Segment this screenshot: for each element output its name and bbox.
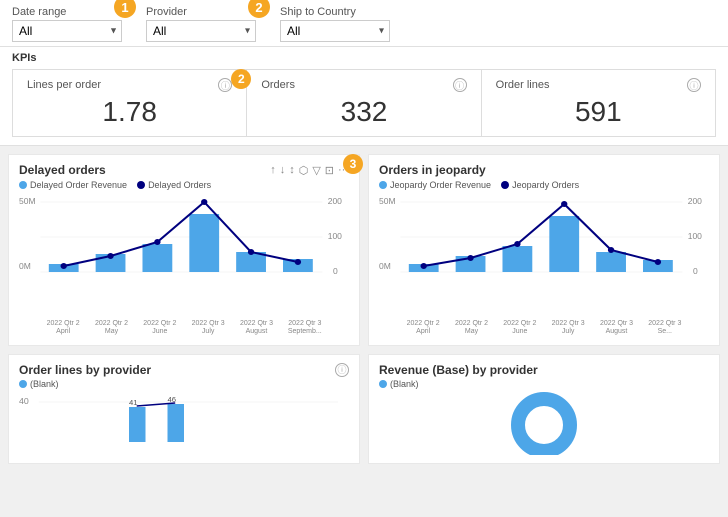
kpi-section-label: KPIs (12, 52, 716, 64)
sort-asc-icon[interactable]: ↑ (270, 164, 276, 176)
date-range-label: Date range (12, 6, 122, 18)
charts-row: Delayed orders ↑ ↓ ↕ ⬡ ▽ ⊡ ··· 3 Delayed… (0, 146, 728, 354)
ship-to-country-filter: Ship to Country All ▾ (280, 6, 390, 42)
provider-filter: Provider All ▾ 2 (146, 6, 256, 42)
jeopardy-orders-legend: Jeopardy Order Revenue Jeopardy Orders (379, 180, 709, 190)
kpi-lines-per-order-value: 1.78 (27, 96, 232, 128)
svg-text:46: 46 (168, 395, 177, 404)
revenue-provider-title: Revenue (Base) by provider (379, 363, 538, 377)
sort-desc-icon[interactable]: ↓ (280, 164, 286, 176)
jeopardy-orders-title: Orders in jeopardy (379, 163, 486, 177)
hierarchy-icon[interactable]: ⬡ (299, 164, 309, 177)
kpi-cards: Lines per order ⓘ 2 1.78 Orders ⓘ 332 Or… (12, 69, 716, 137)
kpi-orders-info-icon[interactable]: ⓘ (453, 78, 467, 92)
provider-label: Provider (146, 6, 256, 18)
revenue-provider-panel: Revenue (Base) by provider (Blank) (368, 354, 720, 464)
legend-delayed-orders: Delayed Orders (137, 180, 211, 190)
filters-bar: Date range All ▾ 1 Provider All ▾ 2 Ship… (0, 0, 728, 47)
kpi-lines-info-icon[interactable]: ⓘ 2 (218, 78, 232, 92)
delayed-orders-title: Delayed orders (19, 163, 106, 177)
ship-to-country-label: Ship to Country (280, 6, 390, 18)
kpi-card-lines-per-order: Lines per order ⓘ 2 1.78 (13, 70, 247, 136)
date-range-filter: Date range All ▾ 1 (12, 6, 122, 42)
delayed-orders-legend: Delayed Order Revenue Delayed Orders (19, 180, 349, 190)
order-lines-chart: 40 41 46 (19, 392, 349, 452)
order-lines-info-icon[interactable]: ⓘ (335, 363, 349, 377)
svg-text:40: 40 (19, 396, 29, 406)
order-lines-provider-title: Order lines by provider (19, 363, 151, 377)
badge-3: 3 (343, 154, 363, 174)
svg-text:41: 41 (129, 398, 138, 407)
kpi-card-orders: Orders ⓘ 332 (247, 70, 481, 136)
jeopardy-orders-chart-area: 50M 0M 200 100 0 (379, 194, 709, 324)
svg-text:0: 0 (693, 267, 698, 276)
sort-both-icon[interactable]: ↕ (289, 164, 295, 176)
badge-1: 1 (114, 0, 136, 18)
kpi-orders-title: Orders (261, 79, 295, 91)
kpi-order-lines-title: Order lines (496, 79, 550, 91)
svg-text:100: 100 (688, 232, 703, 241)
kpi-orders-value: 332 (261, 96, 466, 128)
svg-text:200: 200 (328, 197, 343, 206)
kpi-lines-per-order-title: Lines per order (27, 79, 101, 91)
svg-text:200: 200 (688, 197, 703, 206)
delayed-orders-toolbar: ↑ ↓ ↕ ⬡ ▽ ⊡ ··· 3 (270, 164, 349, 177)
kpi-card-order-lines: Order lines ⓘ 591 (482, 70, 715, 136)
kpi-section: KPIs Lines per order ⓘ 2 1.78 Orders ⓘ 3… (0, 47, 728, 146)
badge-2: 2 (248, 0, 270, 18)
svg-text:0M: 0M (19, 262, 31, 271)
revenue-donut-chart (379, 393, 709, 453)
order-lines-provider-panel: Order lines by provider ⓘ (Blank) 40 41 … (8, 354, 360, 464)
svg-text:0M: 0M (379, 262, 391, 271)
kpi-order-lines-info-icon[interactable]: ⓘ (687, 78, 701, 92)
svg-text:0: 0 (333, 267, 338, 276)
delayed-orders-panel: Delayed orders ↑ ↓ ↕ ⬡ ▽ ⊡ ··· 3 Delayed… (8, 154, 360, 346)
order-lines-legend: (Blank) (19, 379, 349, 389)
svg-text:100: 100 (328, 232, 343, 241)
svg-text:50M: 50M (379, 197, 396, 206)
revenue-legend: (Blank) (379, 379, 709, 389)
date-range-select[interactable]: All (12, 20, 122, 42)
provider-select[interactable]: All (146, 20, 256, 42)
ship-to-country-select[interactable]: All (280, 20, 390, 42)
legend-jeopardy-orders: Jeopardy Orders (501, 180, 579, 190)
svg-text:50M: 50M (19, 197, 36, 206)
kpi-order-lines-value: 591 (496, 96, 701, 128)
expand-icon[interactable]: ⊡ (325, 164, 334, 177)
bottom-charts-row: Order lines by provider ⓘ (Blank) 40 41 … (0, 354, 728, 472)
delayed-orders-chart-area: 50M 0M 200 100 0 (19, 194, 349, 324)
jeopardy-orders-panel: Orders in jeopardy Jeopardy Order Revenu… (368, 154, 720, 346)
legend-jeopardy-revenue: Jeopardy Order Revenue (379, 180, 491, 190)
legend-delayed-revenue: Delayed Order Revenue (19, 180, 127, 190)
filter-icon[interactable]: ▽ (312, 164, 320, 177)
